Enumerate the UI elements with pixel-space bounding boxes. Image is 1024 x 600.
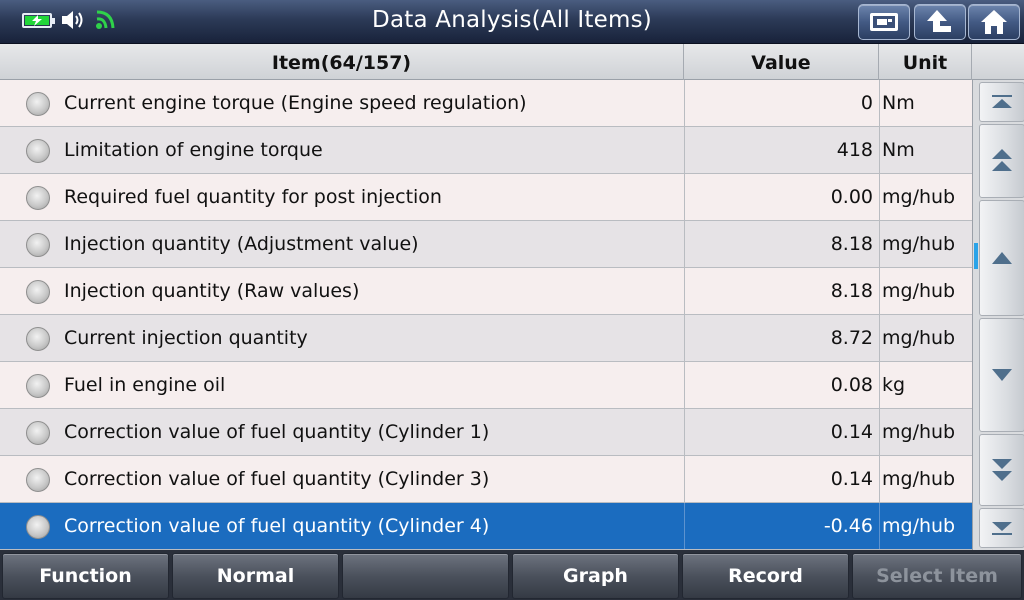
row-name: Injection quantity (Adjustment value) bbox=[64, 233, 419, 255]
row-unit: kg bbox=[879, 362, 972, 408]
table-row[interactable]: Current engine torque (Engine speed regu… bbox=[0, 80, 972, 127]
row-name: Correction value of fuel quantity (Cylin… bbox=[64, 421, 490, 443]
scroll-top-icon bbox=[992, 95, 1012, 108]
row-radio[interactable] bbox=[26, 233, 50, 257]
line-up-icon bbox=[992, 252, 1012, 264]
row-name: Current engine torque (Engine speed regu… bbox=[64, 92, 527, 114]
page-down-button[interactable] bbox=[979, 434, 1024, 506]
row-value: 0.08 bbox=[684, 362, 873, 408]
row-radio[interactable] bbox=[26, 468, 50, 492]
row-unit: mg/hub bbox=[879, 409, 972, 455]
scroll-top-button[interactable] bbox=[979, 82, 1024, 122]
column-header-item: Item(64/157) bbox=[0, 44, 684, 80]
row-value: 418 bbox=[684, 127, 873, 173]
graph-button[interactable]: Graph bbox=[512, 553, 679, 599]
row-value: 0.14 bbox=[684, 456, 873, 502]
row-value: 0.00 bbox=[684, 174, 873, 220]
row-unit: mg/hub bbox=[879, 174, 972, 220]
row-unit: mg/hub bbox=[879, 456, 972, 502]
scroll-bottom-button[interactable] bbox=[979, 508, 1024, 548]
row-value: 8.72 bbox=[684, 315, 873, 361]
row-radio[interactable] bbox=[26, 515, 50, 539]
row-value: 0 bbox=[684, 80, 873, 126]
line-up-button[interactable] bbox=[979, 200, 1024, 316]
home-icon bbox=[981, 10, 1007, 34]
screenshot-icon bbox=[870, 13, 898, 31]
row-unit: mg/hub bbox=[879, 221, 972, 267]
row-unit: mg/hub bbox=[879, 315, 972, 361]
row-radio[interactable] bbox=[26, 374, 50, 398]
title-bar: Data Analysis(All Items) bbox=[0, 0, 1024, 44]
column-header-value: Value bbox=[684, 44, 879, 80]
row-unit: mg/hub bbox=[879, 503, 972, 549]
row-value: 8.18 bbox=[684, 268, 873, 314]
row-name: Limitation of engine torque bbox=[64, 139, 323, 161]
page-down-icon bbox=[992, 459, 1012, 481]
table-row[interactable]: Required fuel quantity for post injectio… bbox=[0, 174, 972, 221]
select-item-button[interactable]: Select Item bbox=[852, 553, 1022, 599]
data-list: Current engine torque (Engine speed regu… bbox=[0, 80, 972, 550]
back-arrow-icon bbox=[927, 10, 951, 32]
column-header-unit: Unit bbox=[879, 44, 972, 80]
table-header: Item(64/157) Value Unit bbox=[0, 44, 1024, 80]
row-name: Injection quantity (Raw values) bbox=[64, 280, 360, 302]
page-up-button[interactable] bbox=[979, 124, 1024, 198]
row-unit: mg/hub bbox=[879, 268, 972, 314]
row-unit: Nm bbox=[879, 127, 972, 173]
table-row[interactable]: Injection quantity (Raw values) 8.18 mg/… bbox=[0, 268, 972, 315]
row-name: Fuel in engine oil bbox=[64, 374, 226, 396]
table-row[interactable]: Injection quantity (Adjustment value) 8.… bbox=[0, 221, 972, 268]
row-radio[interactable] bbox=[26, 327, 50, 351]
row-value: 8.18 bbox=[684, 221, 873, 267]
screenshot-button[interactable] bbox=[858, 4, 910, 40]
table-row-selected[interactable]: Correction value of fuel quantity (Cylin… bbox=[0, 503, 972, 550]
empty-button[interactable] bbox=[342, 553, 509, 599]
normal-button[interactable]: Normal bbox=[172, 553, 339, 599]
page-up-icon bbox=[992, 149, 1012, 171]
row-radio[interactable] bbox=[26, 421, 50, 445]
row-radio[interactable] bbox=[26, 139, 50, 163]
table-row[interactable]: Correction value of fuel quantity (Cylin… bbox=[0, 409, 972, 456]
row-value: 0.14 bbox=[684, 409, 873, 455]
row-name: Correction value of fuel quantity (Cylin… bbox=[64, 515, 490, 537]
function-button[interactable]: Function bbox=[2, 553, 169, 599]
table-row[interactable]: Limitation of engine torque 418 Nm bbox=[0, 127, 972, 174]
bottom-toolbar: Function Normal Graph Record Select Item bbox=[0, 550, 1024, 600]
table-row[interactable]: Correction value of fuel quantity (Cylin… bbox=[0, 456, 972, 503]
row-unit: Nm bbox=[879, 80, 972, 126]
row-radio[interactable] bbox=[26, 280, 50, 304]
table-row[interactable]: Current injection quantity 8.72 mg/hub bbox=[0, 315, 972, 362]
line-down-icon bbox=[992, 369, 1012, 381]
scroll-bottom-icon bbox=[992, 522, 1012, 535]
table-row[interactable]: Fuel in engine oil 0.08 kg bbox=[0, 362, 972, 409]
scroll-panel bbox=[972, 80, 1024, 550]
scroll-position-indicator bbox=[974, 243, 978, 269]
row-name: Required fuel quantity for post injectio… bbox=[64, 186, 442, 208]
row-radio[interactable] bbox=[26, 92, 50, 116]
line-down-button[interactable] bbox=[979, 318, 1024, 432]
row-value: -0.46 bbox=[684, 503, 873, 549]
row-radio[interactable] bbox=[26, 186, 50, 210]
home-button[interactable] bbox=[968, 4, 1020, 40]
row-name: Correction value of fuel quantity (Cylin… bbox=[64, 468, 490, 490]
row-name: Current injection quantity bbox=[64, 327, 308, 349]
record-button[interactable]: Record bbox=[682, 553, 849, 599]
back-button[interactable] bbox=[914, 4, 966, 40]
